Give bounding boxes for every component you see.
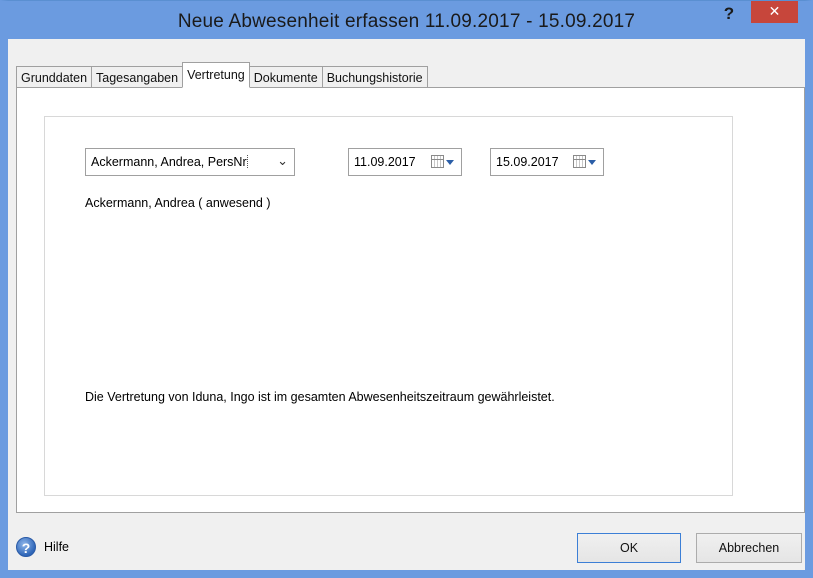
- tab-strip: Grunddaten Tagesangaben Vertretung Dokum…: [16, 62, 428, 88]
- dropdown-arrow-icon[interactable]: [588, 160, 596, 165]
- help-link[interactable]: ? Hilfe: [16, 537, 69, 557]
- chevron-down-icon[interactable]: ⌄: [277, 153, 288, 169]
- date-to-value: 15.09.2017: [496, 155, 559, 169]
- ok-button[interactable]: OK: [577, 533, 681, 563]
- tab-panel-vertretung: Ackermann, Andrea, PersNr ⌄ 11.09.2017 1…: [16, 87, 805, 513]
- window-title: Neue Abwesenheit erfassen 11.09.2017 - 1…: [177, 11, 636, 32]
- coverage-info: Die Vertretung von Iduna, Ingo ist im ge…: [85, 390, 555, 404]
- substitute-select[interactable]: Ackermann, Andrea, PersNr ⌄: [85, 148, 295, 176]
- help-icon[interactable]: ?: [16, 537, 36, 557]
- date-from-picker[interactable]: 11.09.2017: [348, 148, 462, 176]
- substitute-status: Ackermann, Andrea ( anwesend ): [85, 196, 271, 210]
- help-icon[interactable]: ?: [714, 3, 744, 27]
- substitute-select-value: Ackermann, Andrea, PersNr: [91, 155, 248, 169]
- tab-dokumente[interactable]: Dokumente: [249, 66, 322, 88]
- cancel-button[interactable]: Abbrechen: [696, 533, 802, 563]
- date-from-value: 11.09.2017: [354, 155, 416, 169]
- date-to-picker[interactable]: 15.09.2017: [490, 148, 604, 176]
- title-bar[interactable]: Neue Abwesenheit erfassen 11.09.2017 - 1…: [0, 1, 813, 39]
- calendar-icon[interactable]: [573, 155, 586, 168]
- help-label: Hilfe: [44, 540, 70, 554]
- vertretung-group: Ackermann, Andrea, PersNr ⌄ 11.09.2017 1…: [44, 116, 733, 496]
- calendar-icon[interactable]: [431, 155, 444, 168]
- tab-vertretung[interactable]: Vertretung: [182, 62, 250, 88]
- tab-buchungshistorie[interactable]: Buchungshistorie: [321, 66, 428, 88]
- tab-tagesangaben[interactable]: Tagesangaben: [91, 66, 183, 88]
- close-icon[interactable]: ✕: [751, 1, 798, 23]
- tab-grunddaten[interactable]: Grunddaten: [16, 66, 92, 88]
- dropdown-arrow-icon[interactable]: [446, 160, 454, 165]
